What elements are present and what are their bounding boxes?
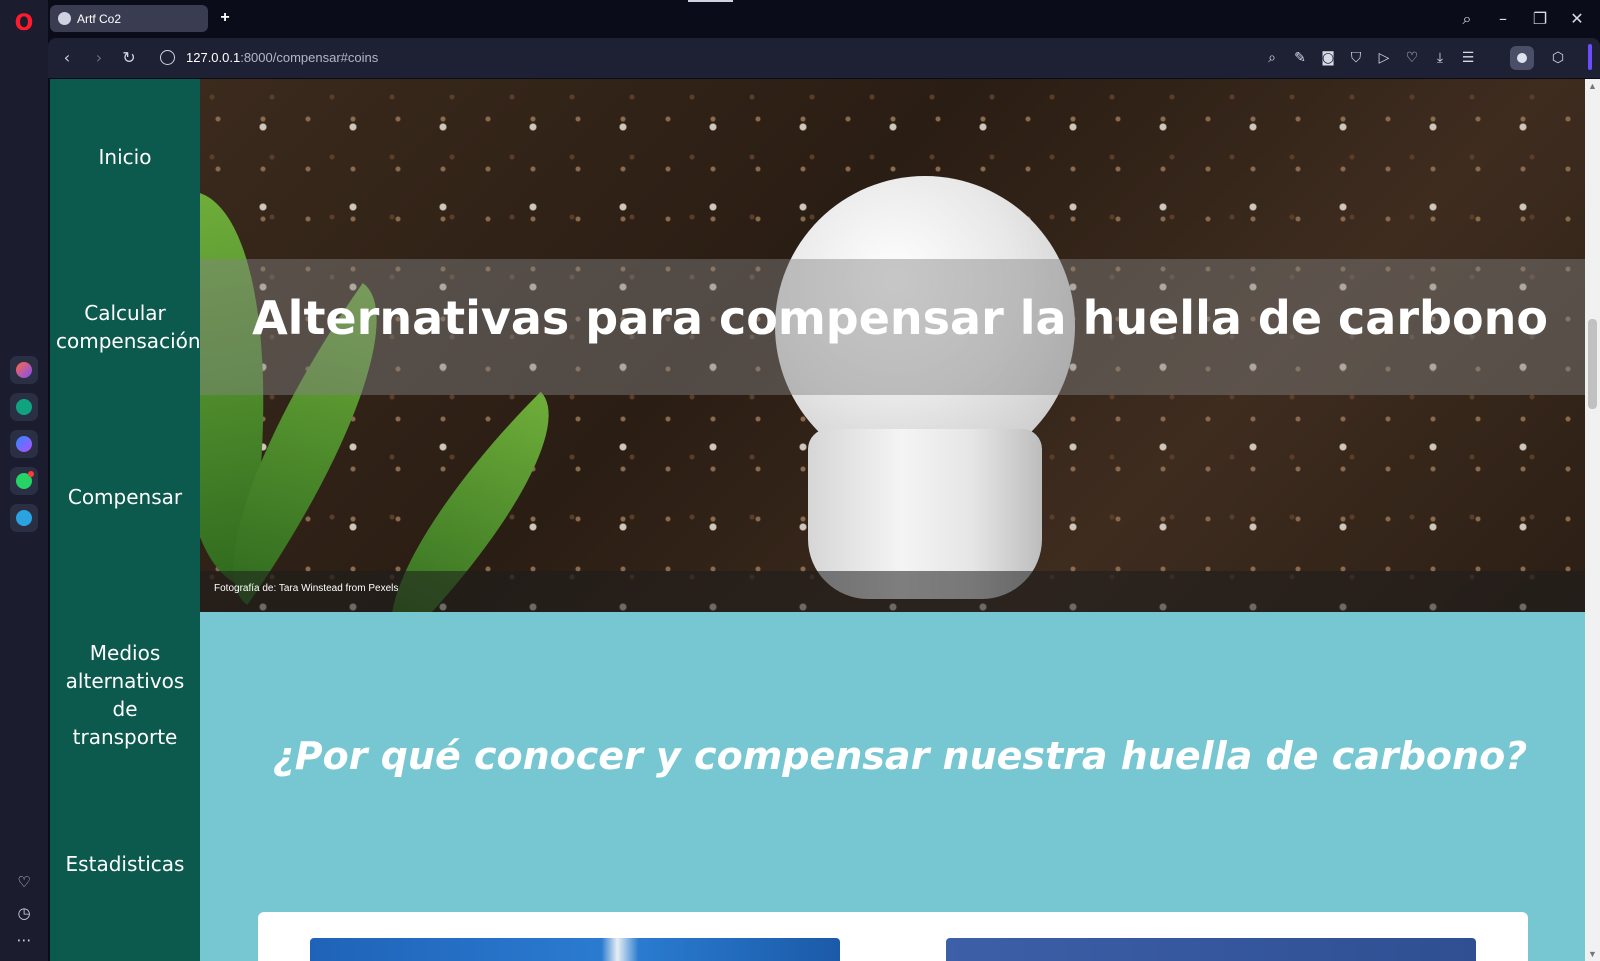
address-bar: ‹ › ↻ 127.0.0.1:8000/compensar#coins ⌕ ✎…	[48, 38, 1600, 78]
back-button[interactable]: ‹	[56, 47, 78, 69]
hero-title: Alternativas para compensar la huella de…	[252, 291, 1548, 345]
restore-button[interactable]: ❐	[1529, 8, 1551, 30]
menu-icon[interactable]: ☰	[1458, 48, 1478, 68]
aria-icon[interactable]	[10, 356, 38, 384]
whatsapp-icon[interactable]	[10, 467, 38, 495]
page-scrollbar[interactable]: ▲ ▼	[1585, 79, 1600, 961]
tab-title: Artf Co2	[77, 11, 122, 26]
page-viewport: Inicio Calcular compensación Compensar M…	[50, 79, 1600, 961]
zoom-search-icon[interactable]: ⌕	[1262, 48, 1282, 68]
search-icon[interactable]: ⌕	[1456, 8, 1478, 30]
history-icon[interactable]: ◷	[14, 903, 34, 923]
content-card	[258, 912, 1528, 961]
credit-overlay	[200, 571, 1600, 612]
nav-item-compensar[interactable]: Compensar	[50, 483, 200, 511]
scroll-thumb[interactable]	[1588, 319, 1597, 409]
chatgpt-icon[interactable]	[10, 393, 38, 421]
profile-button[interactable]	[1510, 46, 1534, 70]
cube-icon[interactable]: ⬡	[1548, 48, 1568, 68]
edit-icon[interactable]: ✎	[1290, 48, 1310, 68]
notification-badge	[28, 471, 34, 477]
section-question: ¿Por qué conocer y compensar nuestra hue…	[272, 734, 1528, 778]
nav-item-calcular[interactable]: Calcular compensación	[50, 299, 201, 355]
shield-icon[interactable]: ⛉	[1346, 48, 1366, 68]
scroll-up-icon[interactable]: ▲	[1585, 79, 1600, 93]
scroll-down-icon[interactable]: ▼	[1585, 947, 1600, 961]
window-indicator	[688, 0, 733, 2]
accent-indicator	[1588, 44, 1592, 70]
forward-button[interactable]: ›	[88, 47, 110, 69]
tab-strip: Artf Co2 + ⌕ – ❐ ✕	[48, 0, 1600, 36]
card-image-right	[946, 938, 1476, 961]
nav-item-estadisticas[interactable]: Estadisticas	[50, 850, 200, 878]
camera-icon[interactable]: ◙	[1318, 48, 1338, 68]
new-tab-button[interactable]: +	[216, 9, 234, 27]
nav-item-transporte[interactable]: Medios alternativos de transporte	[50, 639, 200, 751]
reload-button[interactable]: ↻	[118, 47, 140, 69]
opera-logo-icon[interactable]: O	[12, 12, 36, 36]
site-nav: Inicio Calcular compensación Compensar M…	[50, 79, 201, 961]
browser-sidebar: O ♡ ◷ ⋯	[0, 0, 48, 961]
site-info-icon[interactable]	[160, 50, 175, 65]
minimize-button[interactable]: –	[1492, 8, 1514, 30]
browser-tab[interactable]: Artf Co2	[50, 5, 208, 32]
close-button[interactable]: ✕	[1566, 8, 1588, 30]
user-icon	[1517, 53, 1527, 63]
url-field[interactable]: 127.0.0.1:8000/compensar#coins	[186, 50, 378, 65]
play-icon[interactable]: ▷	[1374, 48, 1394, 68]
heart-icon[interactable]: ♡	[14, 872, 34, 892]
hero-banner: Alternativas para compensar la huella de…	[200, 79, 1600, 612]
nav-item-inicio[interactable]: Inicio	[50, 143, 200, 171]
messenger-icon[interactable]	[10, 430, 38, 458]
card-image-left	[310, 938, 840, 961]
heart-icon[interactable]: ♡	[1402, 48, 1422, 68]
photo-credit: Fotografía de: Tara Winstead from Pexels	[214, 583, 399, 594]
more-icon[interactable]: ⋯	[14, 930, 34, 950]
globe-icon	[58, 12, 71, 25]
telegram-icon[interactable]	[10, 504, 38, 532]
download-icon[interactable]: ⤓	[1430, 48, 1450, 68]
